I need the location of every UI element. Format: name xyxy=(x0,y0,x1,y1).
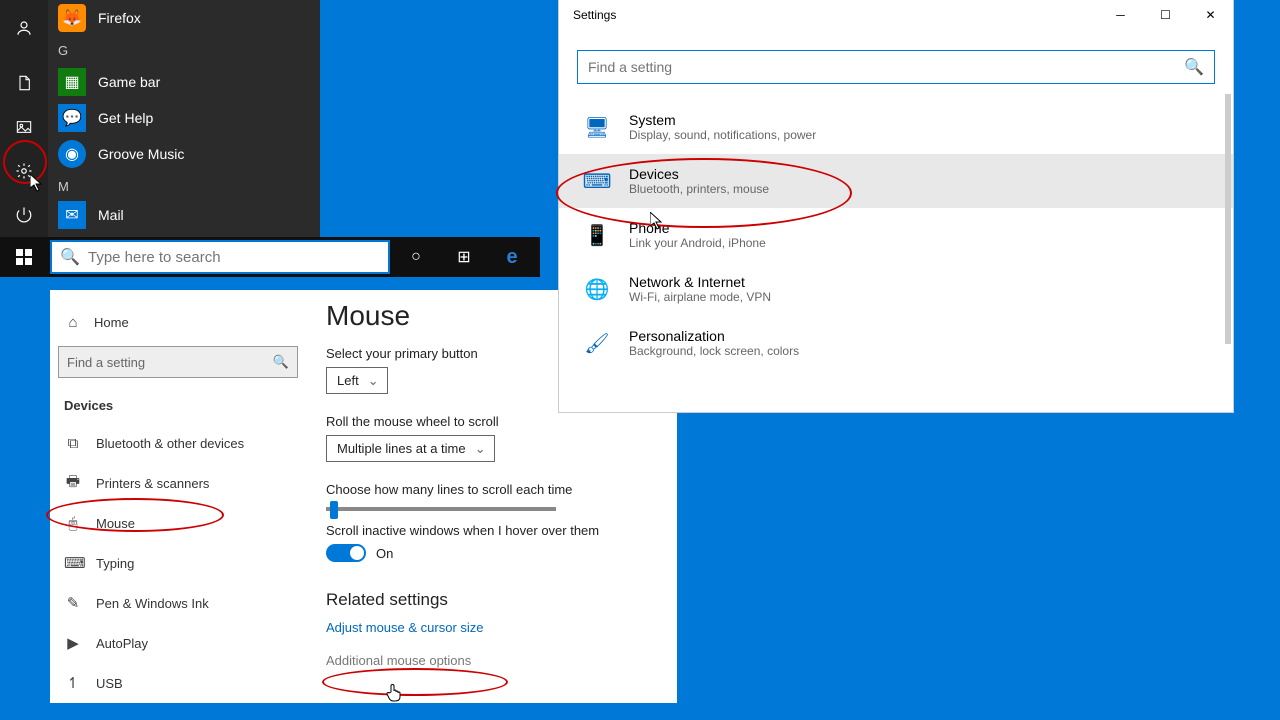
app-label: Get Help xyxy=(98,110,153,126)
cat-devices[interactable]: ⌨ Devices Bluetooth, printers, mouse xyxy=(559,154,1233,208)
search-icon: 🔍 xyxy=(52,247,88,267)
start-rail xyxy=(0,0,48,237)
window-title: Settings xyxy=(573,8,616,22)
slider-thumb[interactable] xyxy=(330,501,338,519)
search-icon: 🔍 xyxy=(273,354,289,370)
settings-icon[interactable] xyxy=(4,151,44,191)
mail-icon: ✉ xyxy=(58,201,86,229)
settings-window: Settings ─ ☐ ✕ 🔍 🖥 System Display, sound… xyxy=(559,0,1233,412)
mouse-settings-nav: ⌂ Home Find a setting 🔍 Devices ⧉ Blueto… xyxy=(50,290,320,703)
firefox-icon: 🦊 xyxy=(58,4,86,32)
personalization-icon: 🖌 xyxy=(583,329,611,357)
toggle-state: On xyxy=(376,546,393,561)
find-setting-placeholder: Find a setting xyxy=(67,355,145,370)
start-button[interactable] xyxy=(0,237,48,277)
maximize-button[interactable]: ☐ xyxy=(1143,0,1188,30)
app-label: Game bar xyxy=(98,74,160,90)
nav-mouse[interactable]: 🖱 Mouse xyxy=(58,503,312,543)
system-icon: 🖥 xyxy=(583,113,611,141)
nav-pen[interactable]: ✎ Pen & Windows Ink xyxy=(58,583,312,623)
devices-header: Devices xyxy=(58,392,312,423)
taskbar: 🔍 ○ ⊞ e xyxy=(0,237,540,277)
roll-select[interactable]: Multiple lines at a time xyxy=(326,435,495,462)
primary-button-select[interactable]: Left xyxy=(326,367,388,394)
phone-icon: 📱 xyxy=(583,221,611,249)
cat-phone[interactable]: 📱 Phone Link your Android, iPhone xyxy=(559,208,1233,262)
app-label: Firefox xyxy=(98,10,141,26)
nav-autoplay[interactable]: ▶ AutoPlay xyxy=(58,623,312,663)
inactive-toggle[interactable] xyxy=(326,544,366,562)
letter-header-g[interactable]: G xyxy=(48,36,320,64)
app-label: Mail xyxy=(98,207,124,223)
bluetooth-icon: ⧉ xyxy=(64,435,82,452)
find-setting-input[interactable]: Find a setting 🔍 xyxy=(58,346,298,378)
titlebar: Settings ─ ☐ ✕ xyxy=(559,0,1233,30)
link-additional-mouse[interactable]: Additional mouse options xyxy=(326,653,667,668)
nav-bluetooth[interactable]: ⧉ Bluetooth & other devices xyxy=(58,423,312,463)
taskview-icon[interactable]: ⊞ xyxy=(440,237,488,277)
gamebar-icon: ▦ xyxy=(58,68,86,96)
minimize-button[interactable]: ─ xyxy=(1098,0,1143,30)
start-apps-list: 🦊 Firefox G ▦ Game bar 💬 Get Help ◉ Groo… xyxy=(48,0,320,237)
start-menu: 🦊 Firefox G ▦ Game bar 💬 Get Help ◉ Groo… xyxy=(0,0,320,237)
network-icon: 🌐 xyxy=(583,275,611,303)
devices-icon: ⌨ xyxy=(583,167,611,195)
keyboard-icon: ⌨ xyxy=(64,554,82,572)
app-groove[interactable]: ◉ Groove Music xyxy=(48,136,320,172)
nav-usb[interactable]: ↿ USB xyxy=(58,663,312,703)
gethelp-icon: 💬 xyxy=(58,104,86,132)
search-input[interactable] xyxy=(88,249,388,266)
cat-personalization[interactable]: 🖌 Personalization Background, lock scree… xyxy=(559,316,1233,370)
documents-icon[interactable] xyxy=(4,63,44,103)
roll-label: Roll the mouse wheel to scroll xyxy=(326,414,667,429)
nav-home[interactable]: ⌂ Home xyxy=(58,304,312,340)
power-icon[interactable] xyxy=(4,195,44,235)
nav-home-label: Home xyxy=(94,315,129,330)
groove-icon: ◉ xyxy=(58,140,86,168)
settings-search[interactable]: 🔍 xyxy=(577,50,1215,84)
pictures-icon[interactable] xyxy=(4,107,44,147)
cortana-icon[interactable]: ○ xyxy=(392,237,440,277)
search-icon: 🔍 xyxy=(1184,57,1204,77)
autoplay-icon: ▶ xyxy=(64,634,82,652)
app-firefox[interactable]: 🦊 Firefox xyxy=(48,0,320,36)
inactive-label: Scroll inactive windows when I hover ove… xyxy=(326,523,667,538)
app-label: Groove Music xyxy=(98,146,184,162)
lines-slider[interactable] xyxy=(326,507,556,511)
nav-printers[interactable]: 🖶 Printers & scanners xyxy=(58,463,312,503)
cat-system[interactable]: 🖥 System Display, sound, notifications, … xyxy=(559,100,1233,154)
lines-label: Choose how many lines to scroll each tim… xyxy=(326,482,667,497)
link-adjust-cursor[interactable]: Adjust mouse & cursor size xyxy=(326,620,667,635)
close-button[interactable]: ✕ xyxy=(1188,0,1233,30)
app-gamebar[interactable]: ▦ Game bar xyxy=(48,64,320,100)
usb-icon: ↿ xyxy=(64,674,82,692)
home-icon: ⌂ xyxy=(64,314,82,331)
edge-icon[interactable]: e xyxy=(488,237,536,277)
app-mail[interactable]: ✉ Mail xyxy=(48,200,320,230)
settings-search-input[interactable] xyxy=(588,59,1184,75)
app-gethelp[interactable]: 💬 Get Help xyxy=(48,100,320,136)
printer-icon: 🖶 xyxy=(64,471,82,496)
nav-typing[interactable]: ⌨ Typing xyxy=(58,543,312,583)
user-account-icon[interactable] xyxy=(4,8,44,48)
pen-icon: ✎ xyxy=(64,594,82,612)
mouse-icon: 🖱 xyxy=(64,515,82,532)
taskbar-search[interactable]: 🔍 xyxy=(50,240,390,274)
cat-network[interactable]: 🌐 Network & Internet Wi-Fi, airplane mod… xyxy=(559,262,1233,316)
letter-header-m[interactable]: M xyxy=(48,172,320,200)
scrollbar[interactable] xyxy=(1225,94,1231,344)
related-heading: Related settings xyxy=(326,590,667,610)
category-list: 🖥 System Display, sound, notifications, … xyxy=(559,100,1233,370)
